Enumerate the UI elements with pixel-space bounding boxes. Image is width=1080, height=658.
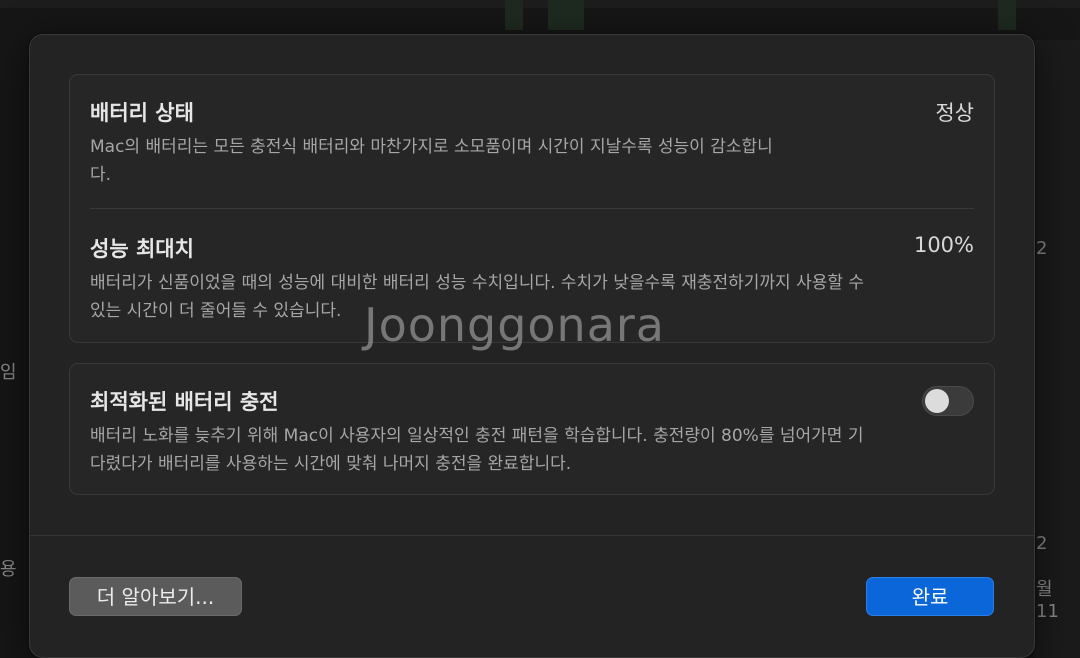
battery-condition-description: Mac의 배터리는 모든 충전식 배터리와 마찬가지로 소모품이며 시간이 지날…: [90, 137, 773, 185]
background-label: 월 11: [1036, 579, 1059, 622]
learn-more-button[interactable]: 더 알아보기...: [69, 577, 242, 616]
battery-health-dialog: 배터리 상태 정상 Mac의 배터리는 모든 충전식 배터리와 마찬가지로 소모…: [29, 34, 1035, 658]
background-label: 2: [1036, 238, 1048, 259]
optimized-charging-description: 배터리 노화를 늦추기 위해 Mac이 사용자의 일상적인 충전 패턴을 학습합…: [90, 426, 864, 474]
battery-info-card: 배터리 상태 정상 Mac의 배터리는 모든 충전식 배터리와 마찬가지로 소모…: [69, 74, 995, 343]
background-graph-bar: [998, 0, 1016, 30]
toggle-knob: [925, 389, 949, 413]
background-graph-bar: [505, 0, 523, 30]
battery-condition-title: 배터리 상태: [90, 101, 194, 125]
maximum-capacity-value: 100%: [913, 233, 974, 257]
optimized-charging-title: 최적화된 배터리 충전: [90, 390, 279, 414]
background-label: 용: [0, 559, 17, 580]
background-toolbar: [0, 0, 1080, 8]
maximum-capacity-title: 성능 최대치: [90, 237, 194, 261]
maximum-capacity-description: 배터리가 신품이었을 때의 성능에 대비한 배터리 성능 수치입니다. 수치가 …: [90, 273, 865, 321]
background-graph-bar: [548, 0, 584, 30]
battery-condition-value: 정상: [935, 101, 974, 125]
background-side-panel: [1034, 40, 1080, 658]
optimized-charging-toggle[interactable]: [922, 386, 974, 416]
footer-separator: [30, 535, 1034, 536]
done-button[interactable]: 완료: [866, 577, 994, 616]
card-divider: [90, 208, 974, 209]
background-label: 2: [1036, 533, 1048, 554]
optimized-charging-card: 최적화된 배터리 충전 배터리 노화를 늦추기 위해 Mac이 사용자의 일상적…: [69, 363, 995, 495]
background-label: 임: [0, 362, 17, 383]
